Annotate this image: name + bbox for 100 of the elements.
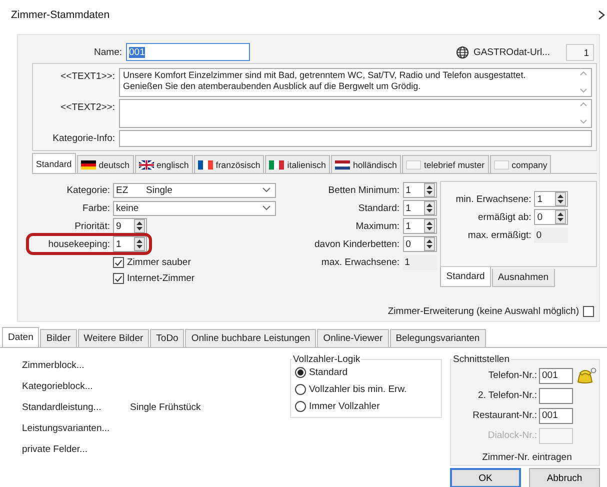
spin-arrows-icon[interactable] bbox=[424, 237, 435, 251]
language-tab[interactable]: Standard bbox=[32, 153, 76, 173]
spin-arrows-icon[interactable] bbox=[555, 210, 566, 224]
spin-arrows-icon[interactable] bbox=[134, 219, 145, 233]
field-label: housekeeping: bbox=[47, 238, 110, 250]
field-label: Telefon-Nr.: bbox=[487, 370, 537, 381]
radio-label: Immer Vollzahler bbox=[309, 401, 380, 412]
readonly-field: 0 bbox=[534, 228, 568, 242]
text-area[interactable]: Unsere Komfort Einzelzimmer sind mit Bad, getrenntem WC, Sat/TV, Radio und Telefon ausgestattet. Genießen Sie den atemberaubenden Ausblick auf die Bergwelt um Grödig. bbox=[119, 68, 592, 97]
checkbox[interactable]: Internet-Zimmer bbox=[113, 273, 282, 284]
spin-arrows-icon[interactable] bbox=[424, 201, 435, 215]
flag-icon bbox=[80, 160, 96, 170]
tab[interactable]: Weitere Bilder bbox=[78, 329, 150, 347]
input-field[interactable]: 001 bbox=[539, 368, 573, 384]
chevron-down-icon bbox=[262, 205, 271, 211]
extension-label: Zimmer-Erweiterung (keine Auswahl möglich) bbox=[388, 306, 579, 317]
close-icon[interactable] bbox=[598, 10, 606, 20]
language-tab[interactable]: italienisch bbox=[265, 155, 330, 173]
service-value: Single Frühstück bbox=[130, 402, 201, 413]
empty-box[interactable] bbox=[583, 306, 594, 317]
checked-box[interactable] bbox=[113, 273, 124, 284]
tab[interactable]: Online buchbare Leistungen bbox=[185, 329, 316, 347]
radio-label: Standard bbox=[309, 367, 348, 378]
number-field[interactable]: 9 bbox=[113, 218, 147, 234]
category-info-field[interactable] bbox=[119, 130, 592, 147]
flag-icon bbox=[269, 160, 284, 170]
url-link[interactable]: GASTROdat-Url... bbox=[473, 46, 550, 58]
radio-option[interactable]: Standard bbox=[295, 367, 435, 378]
telephone-icon[interactable] bbox=[577, 366, 597, 384]
group-title: Schnittstellen bbox=[452, 354, 511, 365]
radio-button[interactable] bbox=[295, 401, 306, 412]
chevron-down-icon bbox=[262, 187, 271, 193]
tab[interactable]: Online-Viewer bbox=[317, 329, 389, 347]
spin-arrows-icon[interactable] bbox=[555, 192, 566, 206]
tab[interactable]: Standard bbox=[440, 267, 491, 287]
field-label: <<TEXT2>>: bbox=[60, 101, 115, 113]
tab[interactable]: ToDo bbox=[150, 329, 184, 347]
number-field[interactable]: 0 bbox=[534, 209, 568, 225]
field-label: ermäßigt ab: bbox=[476, 212, 532, 222]
number-field[interactable]: 1 bbox=[534, 191, 568, 207]
spin-arrows-icon[interactable] bbox=[424, 183, 435, 197]
flag-icon bbox=[334, 160, 350, 170]
spin-arrows-icon[interactable] bbox=[424, 219, 435, 233]
language-tab[interactable]: deutsch bbox=[76, 155, 134, 173]
number-field[interactable]: 0 bbox=[402, 236, 437, 252]
checked-box[interactable] bbox=[113, 257, 124, 268]
tab[interactable]: Ausnahmen bbox=[492, 269, 555, 287]
radio-button[interactable] bbox=[295, 367, 306, 378]
language-tab[interactable]: holländisch bbox=[330, 155, 401, 173]
radio-label: Vollzahler bis min. Erw. bbox=[309, 384, 407, 395]
language-tab[interactable]: telebrief muster bbox=[402, 155, 489, 173]
tab[interactable]: Daten bbox=[2, 327, 40, 347]
tab[interactable]: Belegungsvarianten bbox=[390, 329, 486, 347]
blank-flag-icon bbox=[494, 160, 509, 170]
field-label: max. ermäßigt: bbox=[466, 230, 532, 240]
readonly-field: 1 bbox=[402, 254, 437, 270]
number-field[interactable]: 1 bbox=[402, 200, 437, 216]
group-title: Vollzahler-Logik bbox=[292, 354, 362, 365]
link[interactable]: Standardleistung... bbox=[22, 402, 130, 413]
radio-button[interactable] bbox=[295, 384, 306, 395]
field-label: <<TEXT1>>: bbox=[60, 70, 115, 82]
dropdown[interactable]: EZ Single bbox=[113, 182, 276, 198]
flag-icon bbox=[138, 160, 154, 170]
field-label: max. Erwachsene: bbox=[320, 256, 400, 268]
checkbox-label: Zimmer sauber bbox=[127, 257, 191, 268]
spin-arrows-icon[interactable] bbox=[134, 237, 145, 251]
counter-field: 1 bbox=[566, 44, 594, 60]
language-tab[interactable]: französisch bbox=[194, 155, 264, 173]
field-label: Dialock-Nr.: bbox=[486, 430, 537, 441]
link[interactable]: Zimmerblock... bbox=[22, 360, 130, 371]
field-label: Farbe: bbox=[82, 202, 110, 214]
field-label: Name: bbox=[93, 46, 122, 58]
number-field[interactable]: 1 bbox=[402, 218, 437, 234]
globe-icon[interactable] bbox=[456, 46, 470, 58]
ok-button[interactable]: OK bbox=[450, 468, 522, 487]
input-field[interactable] bbox=[539, 388, 573, 404]
field-label: 2. Telefon-Nr.: bbox=[477, 390, 537, 401]
link[interactable]: Kategorieblock... bbox=[22, 381, 130, 392]
language-tab[interactable]: englisch bbox=[134, 155, 193, 173]
number-field[interactable]: 1 bbox=[113, 236, 147, 252]
dropdown[interactable]: keine bbox=[113, 200, 276, 216]
input-field[interactable]: 001 bbox=[539, 408, 573, 424]
radio-option[interactable]: Immer Vollzahler bbox=[295, 401, 435, 412]
radio-option[interactable]: Vollzahler bis min. Erw. bbox=[295, 384, 435, 395]
blank-flag-icon bbox=[406, 160, 421, 170]
field-label: Kategorie: bbox=[66, 184, 110, 196]
field-label: Kategorie-Info: bbox=[52, 132, 115, 144]
text-line: Genießen Sie den atemberaubenden Ausblick auf die Bergwelt um Grödig. bbox=[123, 81, 422, 92]
link[interactable]: private Felder... bbox=[22, 444, 130, 455]
number-field[interactable]: 1 bbox=[402, 182, 437, 198]
name-field[interactable]: 001 bbox=[126, 43, 250, 61]
window-title: Zimmer-Stammdaten bbox=[11, 9, 110, 21]
checkbox[interactable]: Zimmer sauber bbox=[113, 257, 282, 268]
cancel-button[interactable]: Abbruch bbox=[529, 468, 600, 487]
tab[interactable]: Bilder bbox=[40, 329, 77, 347]
field-label: Restaurant-Nr.: bbox=[472, 410, 537, 421]
language-tab[interactable]: company bbox=[490, 155, 552, 173]
link[interactable]: Leistungsvarianten... bbox=[22, 423, 130, 434]
checkbox-label: Internet-Zimmer bbox=[127, 273, 195, 284]
field-label: Betten Minimum: bbox=[327, 184, 400, 196]
